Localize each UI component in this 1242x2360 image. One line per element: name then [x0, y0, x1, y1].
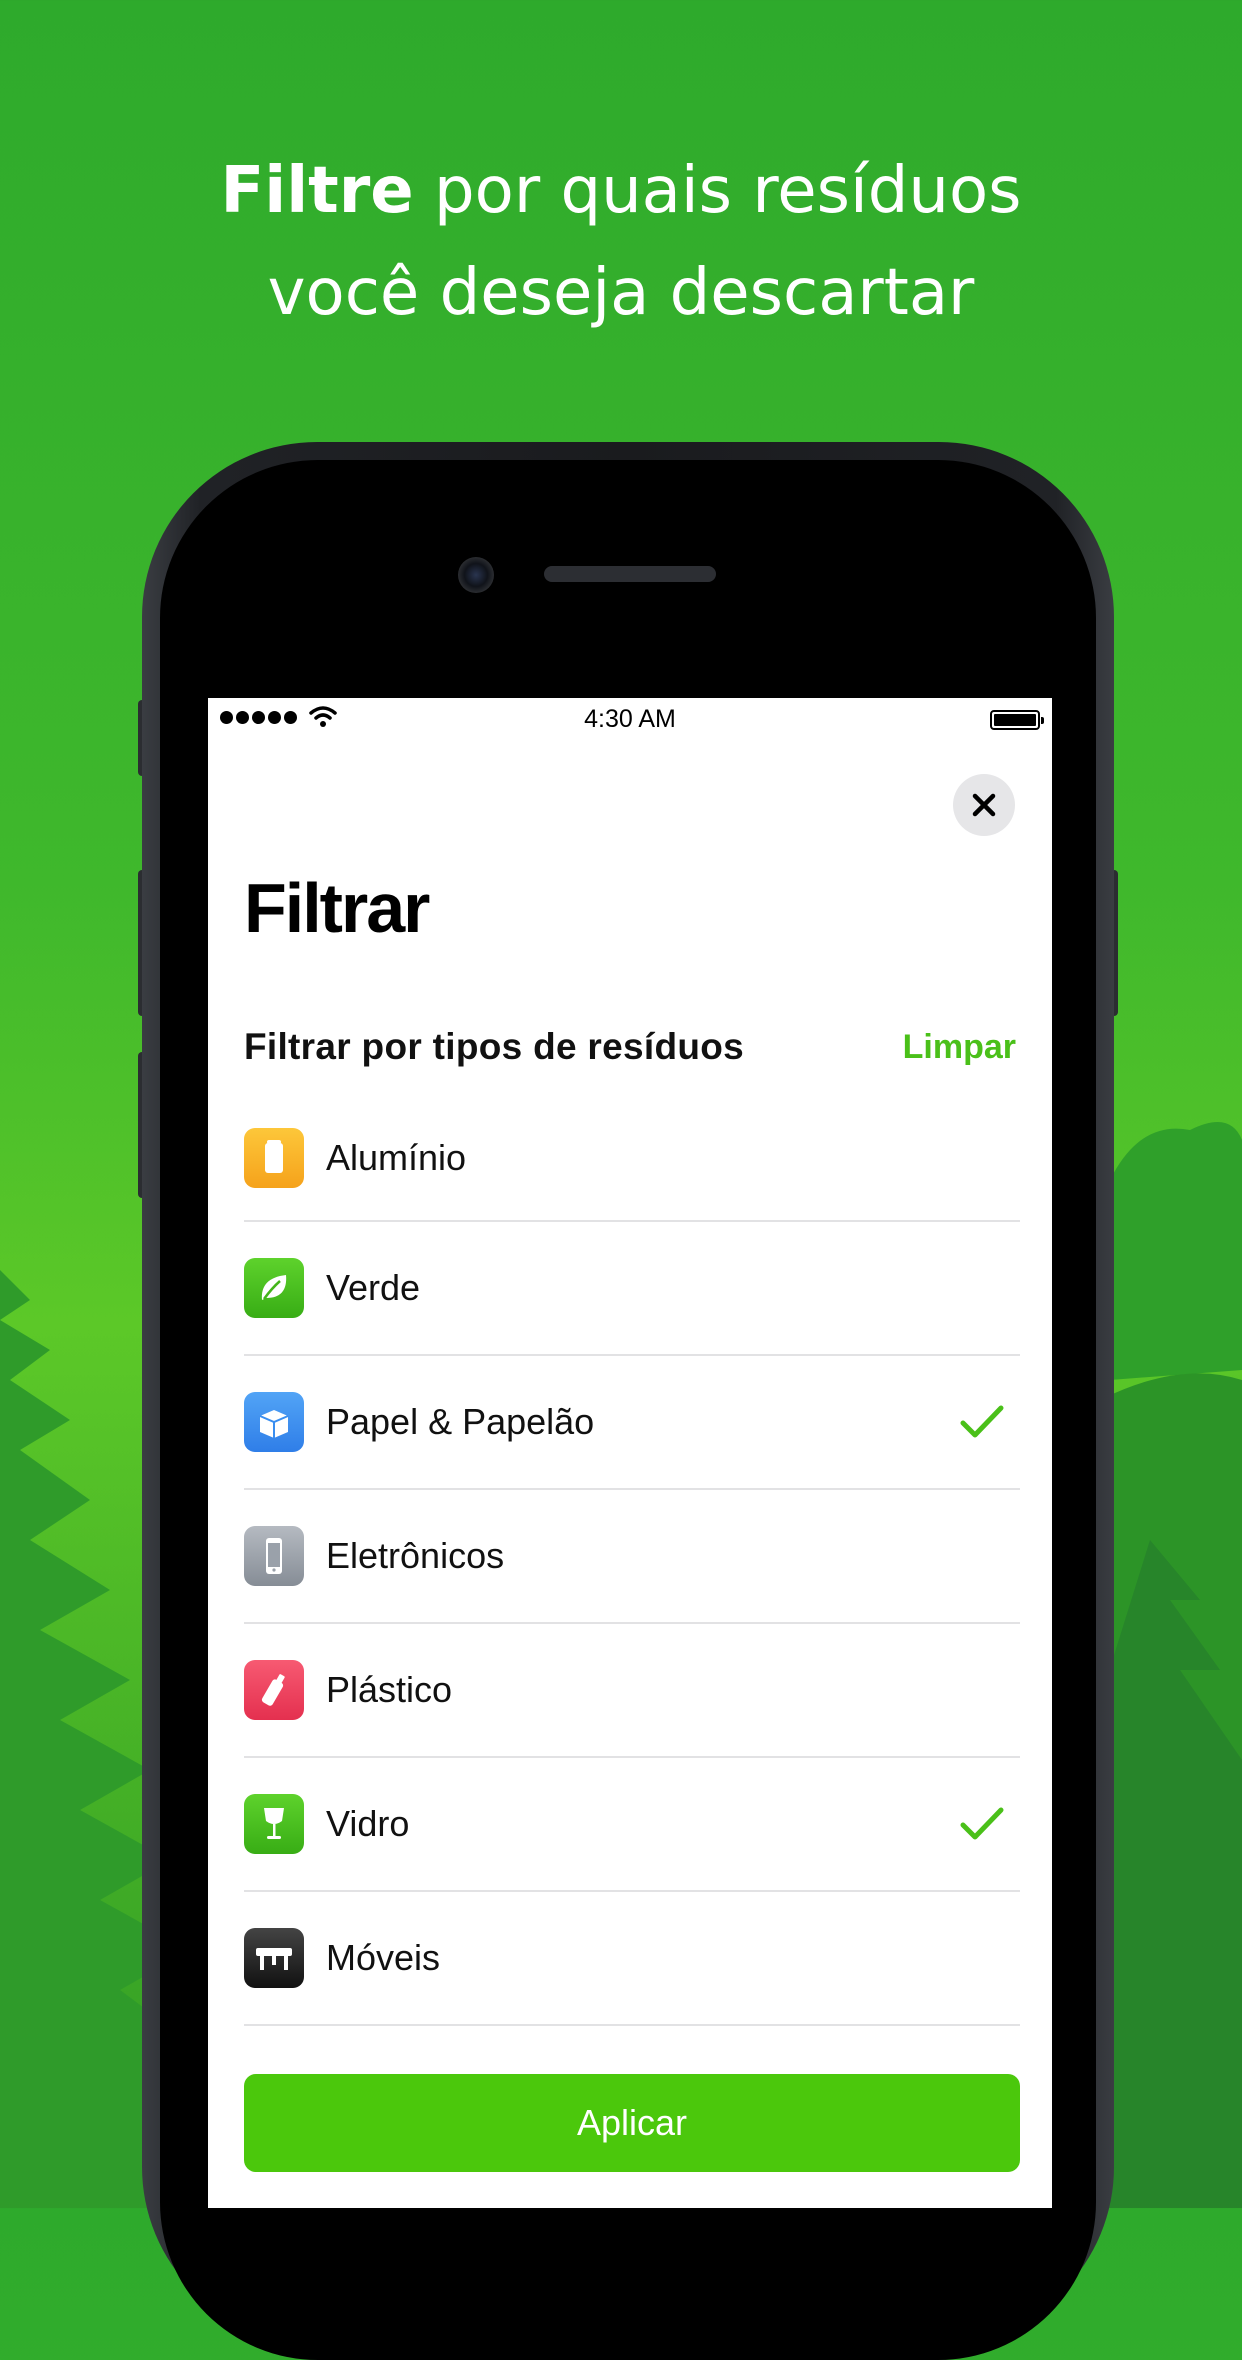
- bottle-icon: [244, 1660, 304, 1720]
- list-item-eletronicos[interactable]: Eletrônicos: [244, 1490, 1020, 1624]
- headline-bold: Filtre: [220, 154, 414, 228]
- list-item-label: Eletrônicos: [326, 1535, 505, 1576]
- list-item-label: Móveis: [326, 1937, 441, 1978]
- front-camera: [458, 557, 494, 593]
- wine-glass-icon: [244, 1794, 304, 1854]
- phone-screen: 4:30 AM Filtrar Filtrar por tipos de res…: [208, 698, 1052, 2208]
- headline-line2: você deseja descartar: [267, 256, 975, 330]
- status-bar: 4:30 AM: [208, 698, 1052, 742]
- list-item-label: Alumínio: [326, 1137, 467, 1178]
- list-item-vidro[interactable]: Vidro: [244, 1758, 1020, 1892]
- list-item-label: Vidro: [326, 1803, 410, 1844]
- box-icon: [244, 1392, 304, 1452]
- list-item-verde[interactable]: Verde: [244, 1222, 1020, 1356]
- close-button[interactable]: [953, 774, 1015, 836]
- battery-icon: [990, 710, 1044, 730]
- close-icon: [972, 793, 996, 817]
- table-icon: [244, 1928, 304, 1988]
- earpiece-speaker: [544, 566, 716, 582]
- aluminum-can-icon: [244, 1128, 304, 1188]
- headline: Filtre por quais resíduos você deseja de…: [0, 140, 1242, 344]
- checkmark-icon: [960, 1405, 1004, 1438]
- page-title: Filtrar: [244, 869, 430, 947]
- leaf-icon: [244, 1258, 304, 1318]
- list-item-label: Papel & Papelão: [326, 1401, 595, 1442]
- checkmark-icon: [960, 1807, 1004, 1840]
- waste-type-list: Alumínio Verde Papel & Papelão Eletrônic…: [244, 1096, 1020, 2158]
- list-item-label: Plástico: [326, 1669, 453, 1710]
- list-item-aluminio[interactable]: Alumínio: [244, 1096, 1020, 1222]
- headline-line1: por quais resíduos: [413, 154, 1022, 228]
- list-item-label: Verde: [326, 1267, 421, 1308]
- clear-button[interactable]: Limpar: [903, 1028, 1016, 1067]
- list-item-plastico[interactable]: Plástico: [244, 1624, 1020, 1758]
- apply-button[interactable]: Aplicar: [244, 2074, 1020, 2172]
- section-label: Filtrar por tipos de resíduos: [244, 1026, 745, 1067]
- list-item-moveis[interactable]: Móveis: [244, 1892, 1020, 2026]
- list-item-papel-papelao[interactable]: Papel & Papelão: [244, 1356, 1020, 1490]
- phone-icon: [244, 1526, 304, 1586]
- status-time: 4:30 AM: [584, 705, 676, 733]
